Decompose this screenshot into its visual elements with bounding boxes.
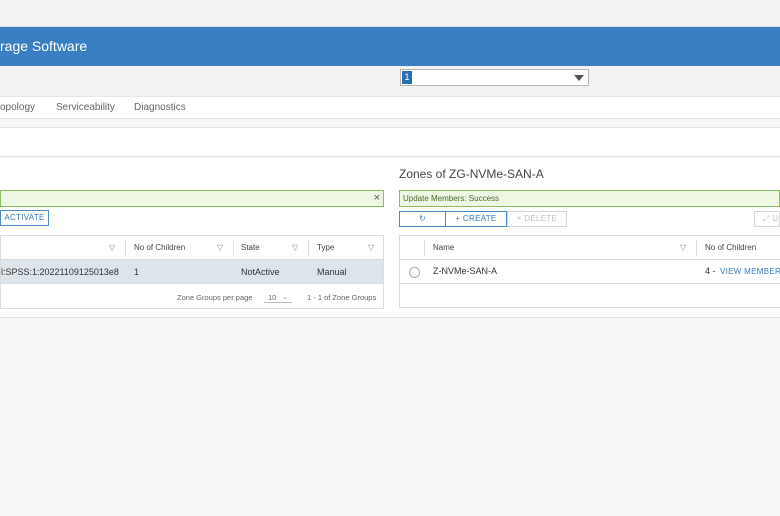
column-divider <box>696 240 697 256</box>
column-header-type: Type <box>317 243 335 252</box>
browser-top-bar <box>0 0 780 27</box>
row-state: NotActive <box>241 267 280 277</box>
row-children: 1 <box>134 267 140 277</box>
filter-icon[interactable]: ▽ <box>680 243 686 252</box>
zones-title: Zones of ZG-NVMe-SAN-A <box>399 167 544 181</box>
delete-button[interactable]: × DELETE <box>507 211 567 227</box>
expand-button[interactable]: ⤢ U <box>754 211 780 227</box>
per-page-label: Zone Groups per page <box>177 293 253 302</box>
column-divider <box>125 240 126 256</box>
refresh-button[interactable]: ↻ <box>399 211 446 227</box>
column-header-state: State <box>241 243 260 252</box>
view-members-link[interactable]: VIEW MEMBERS <box>720 267 780 276</box>
table-row[interactable]: l:SPSS:1:20221109125013e8 1 NotActive Ma… <box>1 260 383 284</box>
chevron-down-icon: ⌄ <box>282 292 289 301</box>
column-header-name: Name <box>433 243 455 252</box>
app-title: rage Software <box>0 38 88 54</box>
selector-row <box>0 66 780 97</box>
refresh-icon: ↻ <box>418 214 426 223</box>
tab-topology[interactable]: opology <box>0 102 35 113</box>
create-button[interactable]: + CREATE <box>445 211 507 227</box>
tab-diagnostics[interactable]: Diagnostics <box>134 102 186 113</box>
zone-groups-grid: ▽ No of Children ▽ State ▽ Type ▽ l:SPSS… <box>0 235 384 309</box>
toolbar-band <box>0 127 780 157</box>
update-success-alert: Update Members: Success <box>399 190 780 207</box>
fabric-select[interactable]: 1 <box>400 69 589 86</box>
zone-children: 4 - <box>705 266 716 276</box>
filter-icon[interactable]: ▽ <box>368 243 374 252</box>
pagination-range: 1 - 1 of Zone Groups <box>307 293 377 302</box>
per-page-value: 10 <box>268 293 277 302</box>
table-row[interactable]: Z-NVMe-SAN-A 4 - VIEW MEMBERS <box>400 260 780 284</box>
app-header <box>0 27 780 67</box>
zones-grid: Name ▽ No of Children Z-NVMe-SAN-A 4 - V… <box>399 235 780 308</box>
column-divider <box>424 240 425 256</box>
filter-icon[interactable]: ▽ <box>217 243 223 252</box>
close-icon[interactable]: × <box>374 191 380 206</box>
row-type: Manual <box>317 267 347 277</box>
zone-name: Z-NVMe-SAN-A <box>433 266 498 276</box>
chevron-down-icon <box>574 75 584 81</box>
column-divider <box>308 240 309 256</box>
filter-icon[interactable]: ▽ <box>292 243 298 252</box>
row-radio[interactable] <box>409 267 420 278</box>
column-divider <box>233 240 234 256</box>
column-header-children: No of Children <box>134 243 186 252</box>
row-name: l:SPSS:1:20221109125013e8 <box>1 267 119 277</box>
tab-bar <box>0 97 780 119</box>
left-alert: × <box>0 190 384 207</box>
per-page-select[interactable]: 10 ⌄ <box>264 290 292 303</box>
tab-serviceability[interactable]: Serviceability <box>56 102 115 113</box>
filter-icon[interactable]: ▽ <box>109 243 115 252</box>
activate-button[interactable]: ACTIVATE <box>0 210 49 226</box>
select-value: 1 <box>402 71 412 84</box>
column-header-children: No of Children <box>705 243 757 252</box>
